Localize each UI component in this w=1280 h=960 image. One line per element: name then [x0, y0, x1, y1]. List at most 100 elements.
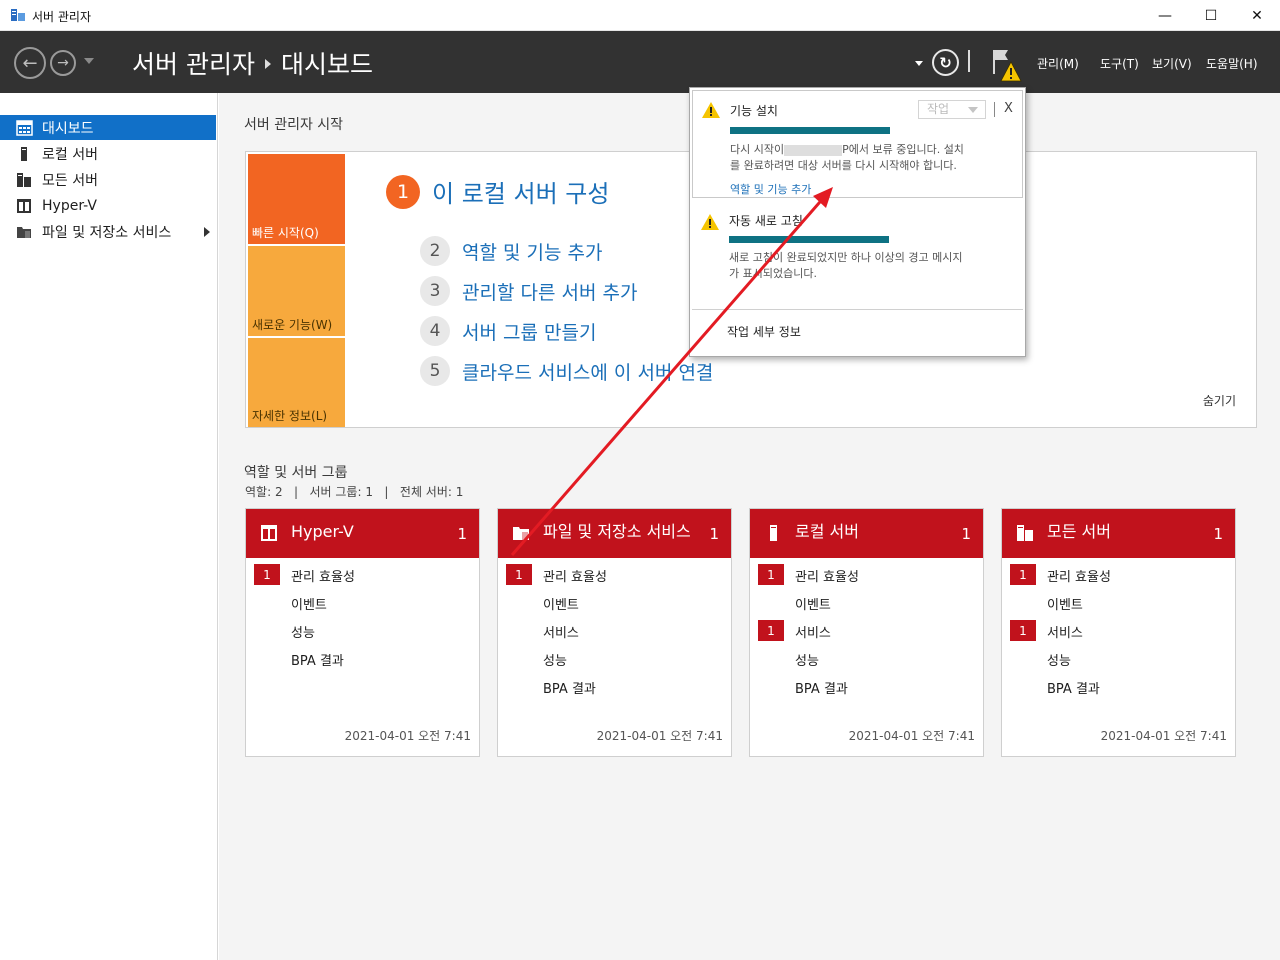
- hide-link[interactable]: 숨기기: [1203, 392, 1236, 409]
- alert-count-badge[interactable]: 1: [1010, 620, 1036, 641]
- step-add-servers[interactable]: 3 관리할 다른 서버 추가: [420, 276, 637, 306]
- text-part: P에서 보류 중입니다. 설치: [842, 143, 964, 156]
- tile-learn-more[interactable]: 자세한 정보(L): [248, 338, 345, 427]
- roles-section-title: 역할 및 서버 그룹: [244, 465, 348, 481]
- forward-button[interactable]: →: [50, 50, 76, 76]
- card-row[interactable]: 이벤트: [795, 594, 831, 613]
- card-title: Hyper-V: [291, 522, 354, 541]
- minimize-button[interactable]: —: [1142, 0, 1188, 31]
- card-row[interactable]: BPA 결과: [1047, 678, 1100, 697]
- sidebar-item-label: 대시보드: [42, 120, 94, 137]
- alert-count-badge[interactable]: 1: [254, 564, 280, 585]
- card-row[interactable]: 성능: [1047, 650, 1071, 669]
- step-create-group[interactable]: 4 서버 그룹 만들기: [420, 316, 596, 346]
- header-divider: [968, 50, 970, 72]
- card-count: 1: [961, 525, 971, 543]
- sidebar-item-local-server[interactable]: 로컬 서버: [0, 141, 216, 166]
- card-row[interactable]: BPA 결과: [291, 650, 344, 669]
- add-roles-link[interactable]: 역할 및 기능 추가: [730, 181, 811, 197]
- step-label: 이 로컬 서버 구성: [432, 180, 610, 208]
- card-row[interactable]: 성능: [543, 650, 567, 669]
- card-row[interactable]: 서비스: [795, 622, 831, 641]
- card-row[interactable]: 관리 효율성: [1047, 566, 1111, 585]
- breadcrumb-root[interactable]: 서버 관리자: [132, 45, 255, 81]
- step-configure-local-server[interactable]: 1 이 로컬 서버 구성: [386, 174, 609, 209]
- step-label: 관리할 다른 서버 추가: [462, 281, 638, 304]
- text-part: 새로 고침이 완료되었지만 하나 이상의 경고 메시지: [729, 251, 963, 264]
- folder-icon: [17, 226, 31, 238]
- alert-count-badge[interactable]: 1: [758, 564, 784, 585]
- card-row[interactable]: 이벤트: [1047, 594, 1083, 613]
- sidebar-item-dashboard[interactable]: 대시보드: [0, 115, 216, 140]
- sidebar: 대시보드 로컬 서버 모든 서버 Hyper-V 파일 및 저장소 서비스: [0, 93, 218, 960]
- alert-count-badge[interactable]: 1: [758, 620, 784, 641]
- card-header[interactable]: 로컬 서버 1: [750, 509, 983, 558]
- menu-help[interactable]: 도움말(H): [1206, 55, 1258, 72]
- sidebar-item-all-servers[interactable]: 모든 서버: [0, 167, 216, 192]
- card-count: 1: [1213, 525, 1223, 543]
- task-dropdown[interactable]: 작업: [918, 100, 986, 119]
- tile-whats-new[interactable]: 새로운 기능(W): [248, 246, 345, 336]
- card-row[interactable]: 이벤트: [543, 594, 579, 613]
- sidebar-item-hyper-v[interactable]: Hyper-V: [0, 193, 216, 218]
- header-dropdown-icon[interactable]: [915, 61, 923, 66]
- role-card-file-storage[interactable]: 파일 및 저장소 서비스 1 1 관리 효율성 이벤트 서비스 성능 BPA 결과 2021-0…: [497, 508, 732, 757]
- server-manager-app-icon: [11, 9, 25, 21]
- alert-count-badge[interactable]: 1: [506, 564, 532, 585]
- card-title: 파일 및 저장소 서비스: [543, 522, 691, 541]
- card-row[interactable]: 성능: [291, 622, 315, 641]
- popup-close-button[interactable]: X: [1004, 101, 1013, 116]
- maximize-button[interactable]: ☐: [1188, 0, 1234, 31]
- breadcrumb-current: 대시보드: [280, 50, 373, 79]
- card-count: 1: [709, 525, 719, 543]
- notification-flag-button[interactable]: [990, 48, 1024, 84]
- popup-separator: [692, 309, 1023, 310]
- menu-manage[interactable]: 관리(M): [1037, 55, 1079, 72]
- card-row[interactable]: BPA 결과: [543, 678, 596, 697]
- card-row[interactable]: 서비스: [543, 622, 579, 641]
- arrow-right-icon: →: [57, 55, 69, 71]
- role-card-hyper-v[interactable]: Hyper-V 1 1 관리 효율성 이벤트 성능 BPA 결과 2021-04-01 오전 …: [245, 508, 480, 757]
- step-add-roles[interactable]: 2 역할 및 기능 추가: [420, 236, 602, 266]
- card-row[interactable]: 성능: [795, 650, 819, 669]
- sidebar-item-label: 파일 및 저장소 서비스: [42, 224, 172, 241]
- card-row[interactable]: 관리 효율성: [795, 566, 859, 585]
- card-title: 로컬 서버: [795, 522, 859, 541]
- step-connect-cloud[interactable]: 5 클라우드 서비스에 이 서버 연결: [420, 356, 713, 386]
- sidebar-item-file-storage[interactable]: 파일 및 저장소 서비스: [0, 219, 216, 244]
- menu-tools[interactable]: 도구(T): [1100, 55, 1139, 72]
- hyperv-icon: [17, 198, 31, 213]
- history-dropdown-icon[interactable]: [84, 58, 94, 64]
- chevron-right-icon[interactable]: [204, 227, 210, 237]
- window-title: 서버 관리자: [32, 10, 92, 24]
- card-header[interactable]: Hyper-V 1: [246, 509, 479, 558]
- sidebar-item-label: Hyper-V: [42, 197, 97, 214]
- card-header[interactable]: 모든 서버 1: [1002, 509, 1235, 558]
- task-details-link[interactable]: 작업 세부 정보: [727, 323, 801, 340]
- tile-quick-start[interactable]: 빠른 시작(Q): [248, 154, 345, 244]
- role-card-all-servers[interactable]: 모든 서버 1 1 관리 효율성 이벤트 1 서비스 성능 BPA 결과 2021-04-01 오…: [1001, 508, 1236, 757]
- alert-count-badge[interactable]: 1: [1010, 564, 1036, 585]
- close-window-button[interactable]: ✕: [1234, 0, 1280, 31]
- card-row[interactable]: 서비스: [1047, 622, 1083, 641]
- refresh-button[interactable]: ↻: [932, 49, 959, 76]
- card-title: 모든 서버: [1047, 522, 1111, 541]
- card-row[interactable]: 관리 효율성: [291, 566, 355, 585]
- step-number: 4: [420, 316, 450, 346]
- role-card-local-server[interactable]: 로컬 서버 1 1 관리 효율성 이벤트 1 서비스 성능 BPA 결과 2021-04-01 오…: [749, 508, 984, 757]
- back-button[interactable]: ←: [14, 47, 46, 79]
- step-label: 서버 그룹 만들기: [462, 321, 597, 344]
- step-number: 1: [386, 174, 420, 209]
- chevron-down-icon: [968, 107, 978, 113]
- card-row[interactable]: 이벤트: [291, 594, 327, 613]
- card-row[interactable]: 관리 효율성: [543, 566, 607, 585]
- card-row[interactable]: BPA 결과: [795, 678, 848, 697]
- warning-icon: [701, 214, 719, 230]
- flag-icon: [993, 50, 1008, 74]
- warning-icon: [702, 102, 720, 118]
- menu-view[interactable]: 보기(V): [1152, 55, 1192, 72]
- notification-text: 새로 고침이 완료되었지만 하나 이상의 경고 메시지 가 표시되었습니다.: [729, 250, 1009, 282]
- step-number: 3: [420, 276, 450, 306]
- card-header[interactable]: 파일 및 저장소 서비스 1: [498, 509, 731, 558]
- arrow-left-icon: ←: [22, 52, 38, 74]
